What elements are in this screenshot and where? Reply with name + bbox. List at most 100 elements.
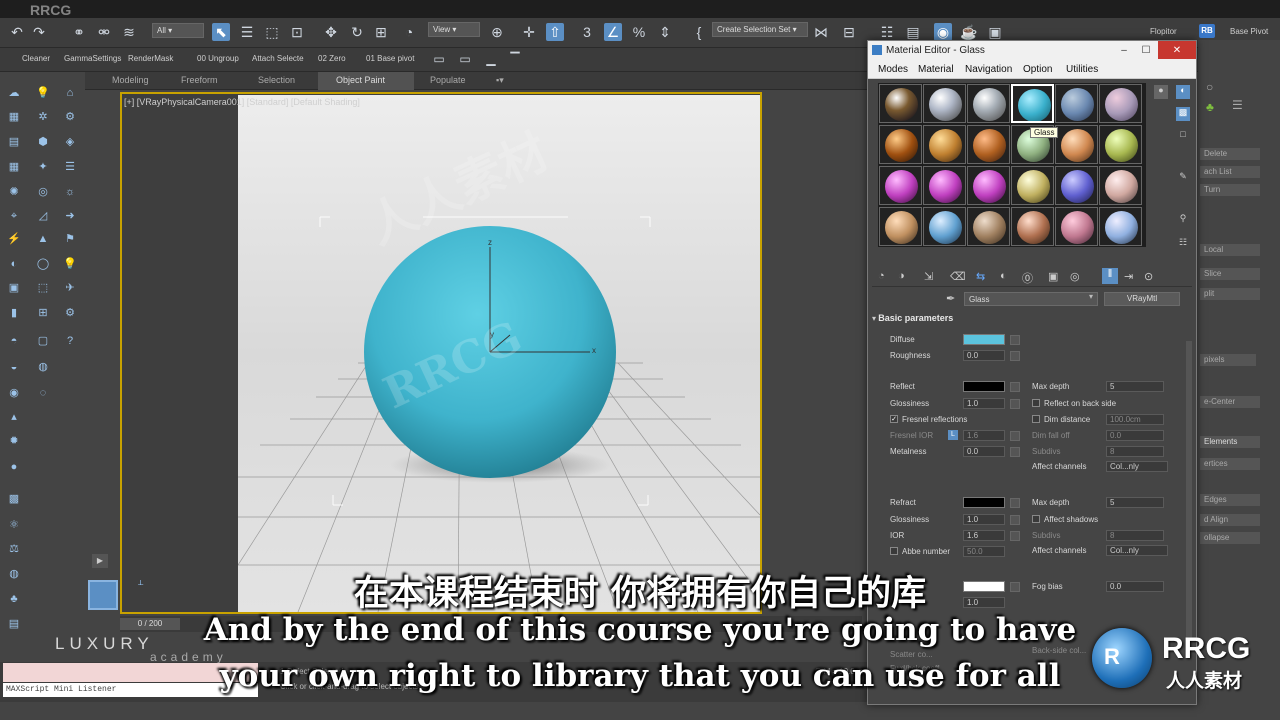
rect-selection-icon[interactable]: ⬚ bbox=[263, 23, 281, 41]
material-editor-icon[interactable]: ◉ bbox=[934, 23, 952, 41]
sample-slot[interactable] bbox=[923, 207, 966, 246]
sample-slot[interactable] bbox=[879, 84, 922, 123]
subdivs-spinner[interactable]: 8 bbox=[1106, 446, 1164, 457]
sample-slot[interactable] bbox=[1055, 166, 1098, 205]
move-icon[interactable]: ✥ bbox=[322, 23, 340, 41]
tab-selection[interactable]: Selection bbox=[258, 75, 295, 85]
bulb-icon[interactable]: ✺ bbox=[7, 185, 21, 199]
align-bottom-icon[interactable]: ▁ bbox=[482, 50, 500, 68]
rp-pixels[interactable]: pixels bbox=[1200, 354, 1256, 366]
dome-icon[interactable]: ◓ bbox=[7, 334, 21, 348]
material-editor-titlebar[interactable]: Material Editor - Glass – ☐ ✕ bbox=[868, 41, 1196, 61]
geometry-icon[interactable]: ⬢ bbox=[36, 135, 50, 149]
rp-attach-list[interactable]: ach List bbox=[1200, 166, 1260, 178]
shape-icon[interactable]: ◈ bbox=[63, 135, 77, 149]
pivot-icon[interactable]: ⊕ bbox=[488, 23, 506, 41]
bend-icon[interactable]: ◿ bbox=[36, 209, 50, 223]
sample-slot[interactable] bbox=[879, 166, 922, 205]
sample-slot[interactable] bbox=[1055, 84, 1098, 123]
refract-map-button[interactable] bbox=[1010, 498, 1020, 508]
render-frame-icon[interactable]: ▣ bbox=[986, 23, 1004, 41]
affect-channels-dropdown[interactable]: Col...nly bbox=[1106, 461, 1168, 472]
globe-icon[interactable]: ◍ bbox=[36, 360, 50, 374]
rp-vertices[interactable]: ertices bbox=[1200, 458, 1260, 470]
maximize-icon[interactable]: ☐ bbox=[1136, 41, 1156, 61]
tab-freeform[interactable]: Freeform bbox=[181, 75, 218, 85]
eyedropper-icon[interactable]: ✒ bbox=[946, 292, 955, 305]
material-id-icon[interactable]: ⓪ bbox=[1022, 270, 1033, 286]
cross-box-icon[interactable]: ⊞ bbox=[36, 306, 50, 320]
roughness-spinner[interactable]: 0.0 bbox=[963, 350, 1005, 361]
show-end-result-icon[interactable]: ◎ bbox=[1070, 270, 1080, 283]
tab-modeling[interactable]: Modeling bbox=[112, 75, 149, 85]
frame-icon[interactable]: ▢ bbox=[36, 334, 50, 348]
edit-named-sets-icon[interactable]: { bbox=[690, 23, 708, 41]
settings-icon[interactable]: ⚙ bbox=[63, 110, 77, 124]
scale-icon[interactable]: ⊞ bbox=[372, 23, 390, 41]
tab-object-paint[interactable]: Object Paint bbox=[318, 72, 414, 90]
cone-icon[interactable]: ▲ bbox=[36, 232, 50, 246]
ior-map-button[interactable] bbox=[1010, 531, 1020, 541]
mirror-icon[interactable]: ⋈ bbox=[812, 23, 830, 41]
create-icon[interactable]: ☁ bbox=[7, 86, 21, 100]
max-depth-spinner[interactable]: 5 bbox=[1106, 381, 1164, 392]
sample-slot[interactable] bbox=[1011, 166, 1054, 205]
grid-icon[interactable]: ▦ bbox=[7, 160, 21, 174]
snap-toggle-icon[interactable]: 3 bbox=[578, 23, 596, 41]
uv-tiling-icon[interactable]: □ bbox=[1176, 129, 1190, 143]
select-by-material-icon[interactable]: ⚲ bbox=[1176, 213, 1190, 227]
gear-icon[interactable]: ⚙ bbox=[63, 306, 77, 320]
fresnel-ior-spinner[interactable]: 1.6 bbox=[963, 430, 1005, 441]
table-icon[interactable]: ☰ bbox=[63, 160, 77, 174]
ring-icon[interactable]: ◯ bbox=[36, 257, 50, 271]
put-to-scene-icon[interactable]: ◑ bbox=[898, 270, 905, 282]
abbe-spinner[interactable]: 50.0 bbox=[963, 546, 1005, 557]
menu-material[interactable]: Material bbox=[918, 64, 954, 75]
ungroup-button[interactable]: 00 Ungroup bbox=[197, 54, 239, 63]
refract-subdivs-spinner[interactable]: 8 bbox=[1106, 530, 1164, 541]
rp-center[interactable]: e-Center bbox=[1200, 396, 1260, 408]
toggle-ribbon-icon[interactable]: ▤ bbox=[904, 23, 922, 41]
window-crossing-icon[interactable]: ⊡ bbox=[288, 23, 306, 41]
sample-slot[interactable] bbox=[1055, 207, 1098, 246]
tree-icon[interactable]: ⌖ bbox=[7, 209, 21, 223]
bind-spacewarp-icon[interactable]: ≋ bbox=[120, 23, 138, 41]
angle-snap-icon[interactable]: ∠ bbox=[604, 23, 622, 41]
zero-button[interactable]: 02 Zero bbox=[318, 54, 346, 63]
dim-falloff-spinner[interactable]: 0.0 bbox=[1106, 430, 1164, 441]
panel-tree-icon[interactable]: ♣ bbox=[1206, 100, 1214, 114]
cylinder-icon[interactable]: ◐ bbox=[7, 257, 21, 271]
menu-utilities[interactable]: Utilities bbox=[1066, 64, 1098, 75]
glossiness-map-button[interactable] bbox=[1010, 399, 1020, 409]
diffuse-swatch[interactable] bbox=[963, 334, 1005, 345]
refract-affect-channels-dropdown[interactable]: Col...nly bbox=[1106, 545, 1168, 556]
disc-icon[interactable]: ◉ bbox=[7, 386, 21, 400]
affect-shadows-checkbox[interactable] bbox=[1032, 515, 1040, 523]
pick-from-object-icon[interactable]: ⊙ bbox=[1144, 270, 1153, 283]
sample-slot[interactable] bbox=[1055, 125, 1098, 164]
light-icon[interactable]: 💡 bbox=[36, 86, 50, 100]
lamp-icon[interactable]: ☼ bbox=[63, 185, 77, 199]
refract-max-depth-spinner[interactable]: 5 bbox=[1106, 497, 1164, 508]
sample-slot[interactable] bbox=[967, 166, 1010, 205]
ribbon-options-icon[interactable]: ▪▾ bbox=[496, 75, 504, 86]
sample-slot[interactable] bbox=[879, 125, 922, 164]
molecule-icon[interactable]: ⚛ bbox=[7, 518, 21, 532]
helper-icon[interactable]: ✲ bbox=[36, 110, 50, 124]
go-forward-icon[interactable]: ⇥ bbox=[1124, 270, 1133, 283]
roughness-map-button[interactable] bbox=[1010, 351, 1020, 361]
menu-navigation[interactable]: Navigation bbox=[965, 64, 1012, 75]
close-icon[interactable]: ✕ bbox=[1158, 41, 1196, 59]
sample-slot-glass[interactable] bbox=[1011, 84, 1054, 123]
reflect-swatch[interactable] bbox=[963, 381, 1005, 392]
sample-slot[interactable] bbox=[879, 207, 922, 246]
rp-delete[interactable]: Delete bbox=[1200, 148, 1260, 160]
rp-turn[interactable]: Turn bbox=[1200, 184, 1260, 196]
backlight-icon[interactable]: ◐ bbox=[1176, 85, 1190, 99]
reference-coord-dropdown[interactable]: View ▾ bbox=[428, 22, 480, 37]
cube-icon[interactable]: ⬚ bbox=[36, 281, 50, 295]
rp-align[interactable]: d Align bbox=[1200, 514, 1260, 526]
metalness-spinner[interactable]: 0.0 bbox=[963, 446, 1005, 457]
rollout-header[interactable]: ▾ Basic parameters bbox=[872, 313, 1182, 327]
fresnel-ior-map-button[interactable] bbox=[1010, 431, 1020, 441]
